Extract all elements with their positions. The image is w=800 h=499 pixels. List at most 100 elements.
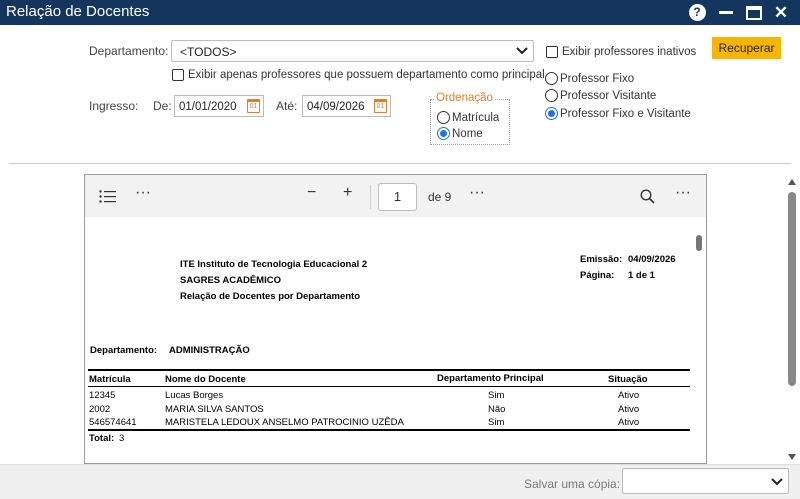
table-of-contents-icon[interactable] xyxy=(99,190,117,203)
table-cell: Lucas Borges xyxy=(165,390,224,401)
zoom-in-icon[interactable]: + xyxy=(343,184,352,202)
emissao-label: Emissão: xyxy=(580,254,623,265)
table-bottom-rule xyxy=(88,429,690,431)
ate-label: Até: xyxy=(276,99,298,113)
de-label: De: xyxy=(153,99,172,113)
tipo-fixo-radio[interactable]: Professor Fixo xyxy=(545,72,634,85)
save-copy-select[interactable] xyxy=(622,468,789,494)
search-icon[interactable] xyxy=(640,189,655,204)
report-institution: ITE Instituto de Tecnologia Educacional … xyxy=(180,259,368,270)
ingresso-label: Ingresso: xyxy=(89,99,139,113)
ate-date-value: 04/09/2026 xyxy=(307,101,365,113)
minimize-button[interactable] xyxy=(716,3,736,22)
save-copy-label: Salvar uma cópia: xyxy=(524,477,621,491)
order-matricula-radio[interactable]: Matrícula xyxy=(437,111,499,124)
col-header-nome: Nome do Docente xyxy=(165,374,246,385)
table-cell: Sim xyxy=(488,417,505,428)
maximize-button[interactable] xyxy=(744,3,764,22)
table-cell: Ativo xyxy=(618,417,640,428)
only-main-dept-checkbox[interactable]: Exibir apenas professores que possuem de… xyxy=(172,69,545,81)
order-matricula-label: Matrícula xyxy=(452,111,500,124)
more-options-icon[interactable]: ··· xyxy=(469,184,485,202)
help-button[interactable]: ? xyxy=(687,3,707,22)
only-main-dept-label: Exibir apenas professores que possuem de… xyxy=(188,69,545,81)
pdf-scrollbar[interactable] xyxy=(693,223,705,463)
calendar-badge: 01 xyxy=(249,103,258,110)
pdf-viewer[interactable]: ··· − + 1 de 9 ··· ··· ITE Instituto de … xyxy=(84,174,707,464)
chevron-down-icon xyxy=(516,47,528,55)
header-rule xyxy=(88,386,690,387)
radio-dot-selected xyxy=(437,127,450,140)
pagina-value: 1 de 1 xyxy=(628,270,655,281)
footer-bar: Salvar uma cópia: xyxy=(0,464,800,499)
tipo-visitante-radio[interactable]: Professor Visitante xyxy=(545,89,656,102)
pagina-label: Página: xyxy=(580,270,615,281)
page-number-input[interactable]: 1 xyxy=(378,183,417,211)
tipo-ambos-radio[interactable]: Professor Fixo e Visitante xyxy=(545,107,691,120)
show-inactive-label: Exibir professores inativos xyxy=(562,46,697,58)
more-options-icon[interactable]: ··· xyxy=(135,184,151,202)
departamento-value: <TODOS> xyxy=(180,45,237,59)
table-top-rule xyxy=(88,369,690,371)
de-date-input[interactable]: 01/01/2020 01 xyxy=(174,95,264,117)
scrollbar-thumb[interactable] xyxy=(696,235,702,251)
tipo-fixo-label: Professor Fixo xyxy=(560,72,635,85)
table-cell: 12345 xyxy=(89,390,116,401)
total-value: 3 xyxy=(119,433,125,444)
calendar-icon[interactable]: 01 xyxy=(247,99,260,113)
dept-value: ADMINISTRAÇÃO xyxy=(169,345,250,356)
departamento-select[interactable]: <TODOS> xyxy=(171,40,534,62)
report-system: SAGRES ACADÊMICO xyxy=(180,275,281,286)
emissao-value: 04/09/2026 xyxy=(628,254,676,265)
calendar-icon[interactable]: 01 xyxy=(374,99,387,113)
close-icon: ✕ xyxy=(773,2,789,22)
separator xyxy=(370,185,371,209)
total-label: Total: xyxy=(89,433,115,444)
col-header-matricula: Matrícula xyxy=(89,374,131,385)
table-cell: MARISTELA LEDOUX ANSELMO PATROCINIO UZÊD… xyxy=(165,417,404,428)
ordenacao-legend: Ordenação xyxy=(435,92,494,104)
zoom-out-icon[interactable]: − xyxy=(307,184,316,202)
window-title: Relação de Docentes xyxy=(6,3,150,20)
tipo-visitante-label: Professor Visitante xyxy=(560,89,657,102)
recuperar-button[interactable]: Recuperar xyxy=(712,37,781,59)
title-bar: Relação de Docentes ? ✕ xyxy=(0,0,800,25)
departamento-label: Departamento: xyxy=(89,44,169,58)
chevron-down-icon xyxy=(771,478,783,486)
table-cell: MARIA SILVA SANTOS xyxy=(165,404,264,415)
col-header-situacao: Situação xyxy=(608,374,648,385)
checkbox-box xyxy=(172,69,184,81)
radio-dot xyxy=(545,89,558,102)
page-total-label: de 9 xyxy=(428,190,452,204)
calendar-badge: 01 xyxy=(376,103,385,110)
scroll-down-icon[interactable] xyxy=(788,454,796,460)
order-nome-radio[interactable]: Nome xyxy=(437,127,483,140)
table-cell: Ativo xyxy=(618,390,640,401)
report-title: Relação de Docentes por Departamento xyxy=(180,291,361,302)
table-cell: 2002 xyxy=(89,404,111,415)
help-icon: ? xyxy=(688,4,706,21)
minimize-icon xyxy=(719,11,733,14)
close-button[interactable]: ✕ xyxy=(771,3,791,22)
ate-date-input[interactable]: 04/09/2026 01 xyxy=(302,95,391,117)
scrollbar-thumb[interactable] xyxy=(788,192,796,386)
tipo-ambos-label: Professor Fixo e Visitante xyxy=(560,107,691,120)
radio-dot xyxy=(437,111,450,124)
de-date-value: 01/01/2020 xyxy=(179,101,237,113)
dept-label: Departamento: xyxy=(90,345,158,356)
table-cell: Ativo xyxy=(618,404,640,415)
order-nome-label: Nome xyxy=(452,127,483,140)
col-header-departamento: Departamento Principal xyxy=(437,373,544,384)
radio-dot-selected xyxy=(545,107,558,120)
table-cell: Sim xyxy=(488,390,505,401)
divider xyxy=(9,163,791,164)
more-options-icon[interactable]: ··· xyxy=(675,184,691,202)
table-cell: Não xyxy=(488,404,506,415)
table-cell: 546574641 xyxy=(89,417,137,428)
main-scrollbar[interactable] xyxy=(786,176,798,466)
pdf-toolbar: ··· − + 1 de 9 ··· ··· xyxy=(85,175,706,217)
checkbox-box xyxy=(546,46,558,58)
show-inactive-checkbox[interactable]: Exibir professores inativos xyxy=(546,46,696,58)
scroll-up-icon[interactable] xyxy=(788,179,796,185)
radio-dot xyxy=(545,72,558,85)
